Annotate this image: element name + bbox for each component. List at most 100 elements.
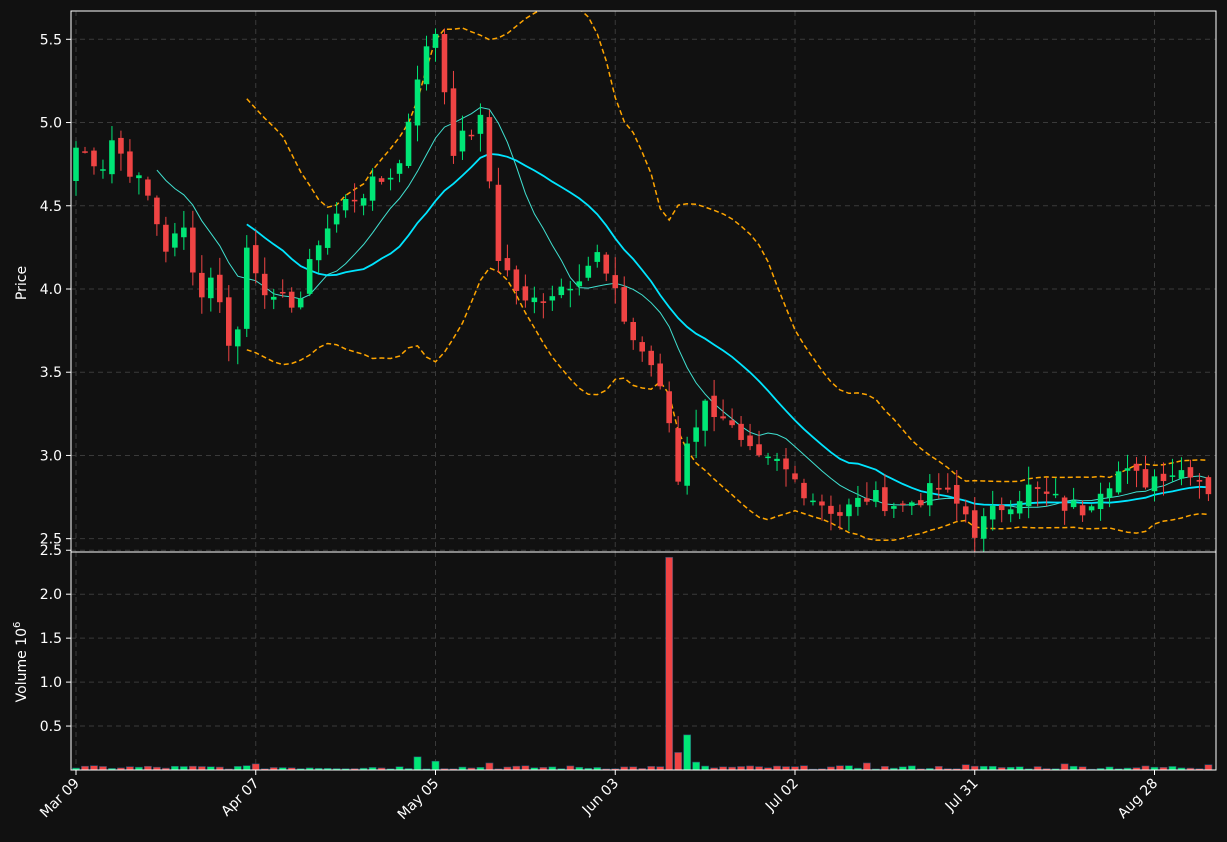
volume-bar — [197, 766, 206, 771]
candle-body — [297, 298, 304, 308]
candle-body — [1061, 497, 1068, 511]
candle-body — [190, 227, 196, 273]
candle-body — [1043, 491, 1050, 494]
candle-body — [783, 458, 789, 470]
volume-bar — [233, 766, 242, 771]
candle-body — [396, 163, 403, 174]
candle-body — [208, 277, 214, 299]
volume-bar — [701, 765, 710, 771]
candle-body — [450, 88, 457, 156]
candle-body — [962, 506, 969, 515]
candle-body — [675, 428, 681, 482]
volume-bar — [845, 765, 853, 771]
volume-bar — [1168, 766, 1177, 771]
volume-bar — [144, 765, 152, 771]
candle-body — [1115, 471, 1122, 493]
candle-body — [369, 176, 376, 201]
candle-body — [306, 259, 313, 294]
volume-bar — [800, 765, 808, 771]
volume-axis-label-base: 10 — [14, 628, 30, 646]
price-tick-label: 4.5 — [40, 199, 62, 215]
candle-body — [711, 395, 717, 418]
volume-bar — [970, 765, 979, 771]
candle-body — [729, 420, 735, 426]
candle-body — [1070, 500, 1077, 508]
candle-body — [666, 391, 672, 424]
candle-body — [936, 487, 942, 490]
volume-bar — [737, 766, 745, 771]
candle-body — [828, 505, 834, 514]
candle-body — [333, 213, 340, 225]
candle-body — [351, 199, 358, 202]
candle-body — [1097, 493, 1104, 510]
candle-body — [217, 274, 223, 303]
volume-bar — [755, 766, 763, 771]
candle-body — [846, 504, 852, 517]
volume-bar — [1141, 765, 1150, 771]
candle-body — [639, 342, 645, 352]
volume-bar — [791, 766, 799, 771]
candle-body — [657, 363, 663, 387]
candle-body — [360, 198, 367, 206]
volume-tick-label: 0.5 — [40, 719, 62, 735]
volume-bar — [179, 766, 188, 771]
volume-bar — [773, 765, 781, 771]
volume-tick-label: 1.0 — [40, 675, 62, 691]
candle-body — [684, 443, 690, 486]
candle-body — [73, 147, 79, 181]
candle-body — [909, 502, 915, 506]
volume-bar — [1060, 763, 1069, 771]
candle-body — [1133, 463, 1140, 471]
candle-body — [1088, 506, 1095, 511]
volume-tick-label: 2.0 — [40, 587, 62, 603]
candle-body — [720, 416, 726, 419]
candle-body — [513, 269, 520, 291]
candle-body — [927, 483, 933, 506]
volume-bar — [880, 766, 889, 771]
volume-bar — [979, 765, 988, 771]
candle-body — [91, 150, 97, 167]
volume-bar — [188, 765, 197, 771]
candle-body — [154, 197, 160, 225]
candle-body — [693, 427, 699, 442]
volume-bar — [934, 766, 943, 771]
candle-body — [145, 179, 151, 196]
price-tick-label: 5.0 — [40, 116, 62, 132]
candle-body — [1124, 468, 1131, 471]
volume-bar — [431, 760, 440, 771]
candle-body — [621, 287, 628, 322]
candle-body — [747, 435, 753, 447]
candle-body — [765, 456, 771, 459]
candle-body — [387, 177, 394, 180]
price-tick-label: 3.5 — [40, 365, 62, 381]
candle-body — [1025, 484, 1032, 507]
candle-body — [118, 137, 124, 154]
candle-body — [882, 487, 888, 512]
candle-body — [774, 458, 780, 462]
candle-body — [288, 291, 295, 308]
candle-body — [1007, 509, 1014, 515]
volume-bar — [242, 765, 251, 771]
candle-body — [136, 175, 142, 179]
candle-body — [1106, 488, 1113, 498]
candle-body — [549, 296, 556, 301]
volume-axis-label-exponent: 6 — [12, 622, 23, 628]
volume-bar — [566, 765, 575, 771]
candle-body — [819, 501, 825, 506]
candle-body — [100, 169, 106, 171]
candle-body — [585, 265, 592, 278]
volume-bar — [692, 761, 701, 771]
candle-body — [1178, 470, 1185, 479]
candle-body — [486, 117, 493, 182]
candle-body — [378, 178, 385, 182]
candle-body — [953, 484, 960, 504]
candle-body — [423, 46, 430, 85]
volume-bar — [126, 766, 134, 771]
price-tick-label: 5.5 — [40, 32, 62, 48]
candle-body — [324, 228, 331, 248]
candle-body — [989, 505, 996, 520]
candle-body — [576, 281, 583, 287]
candle-body — [414, 79, 421, 126]
volume-bar — [521, 765, 530, 771]
candle-body — [405, 121, 412, 166]
